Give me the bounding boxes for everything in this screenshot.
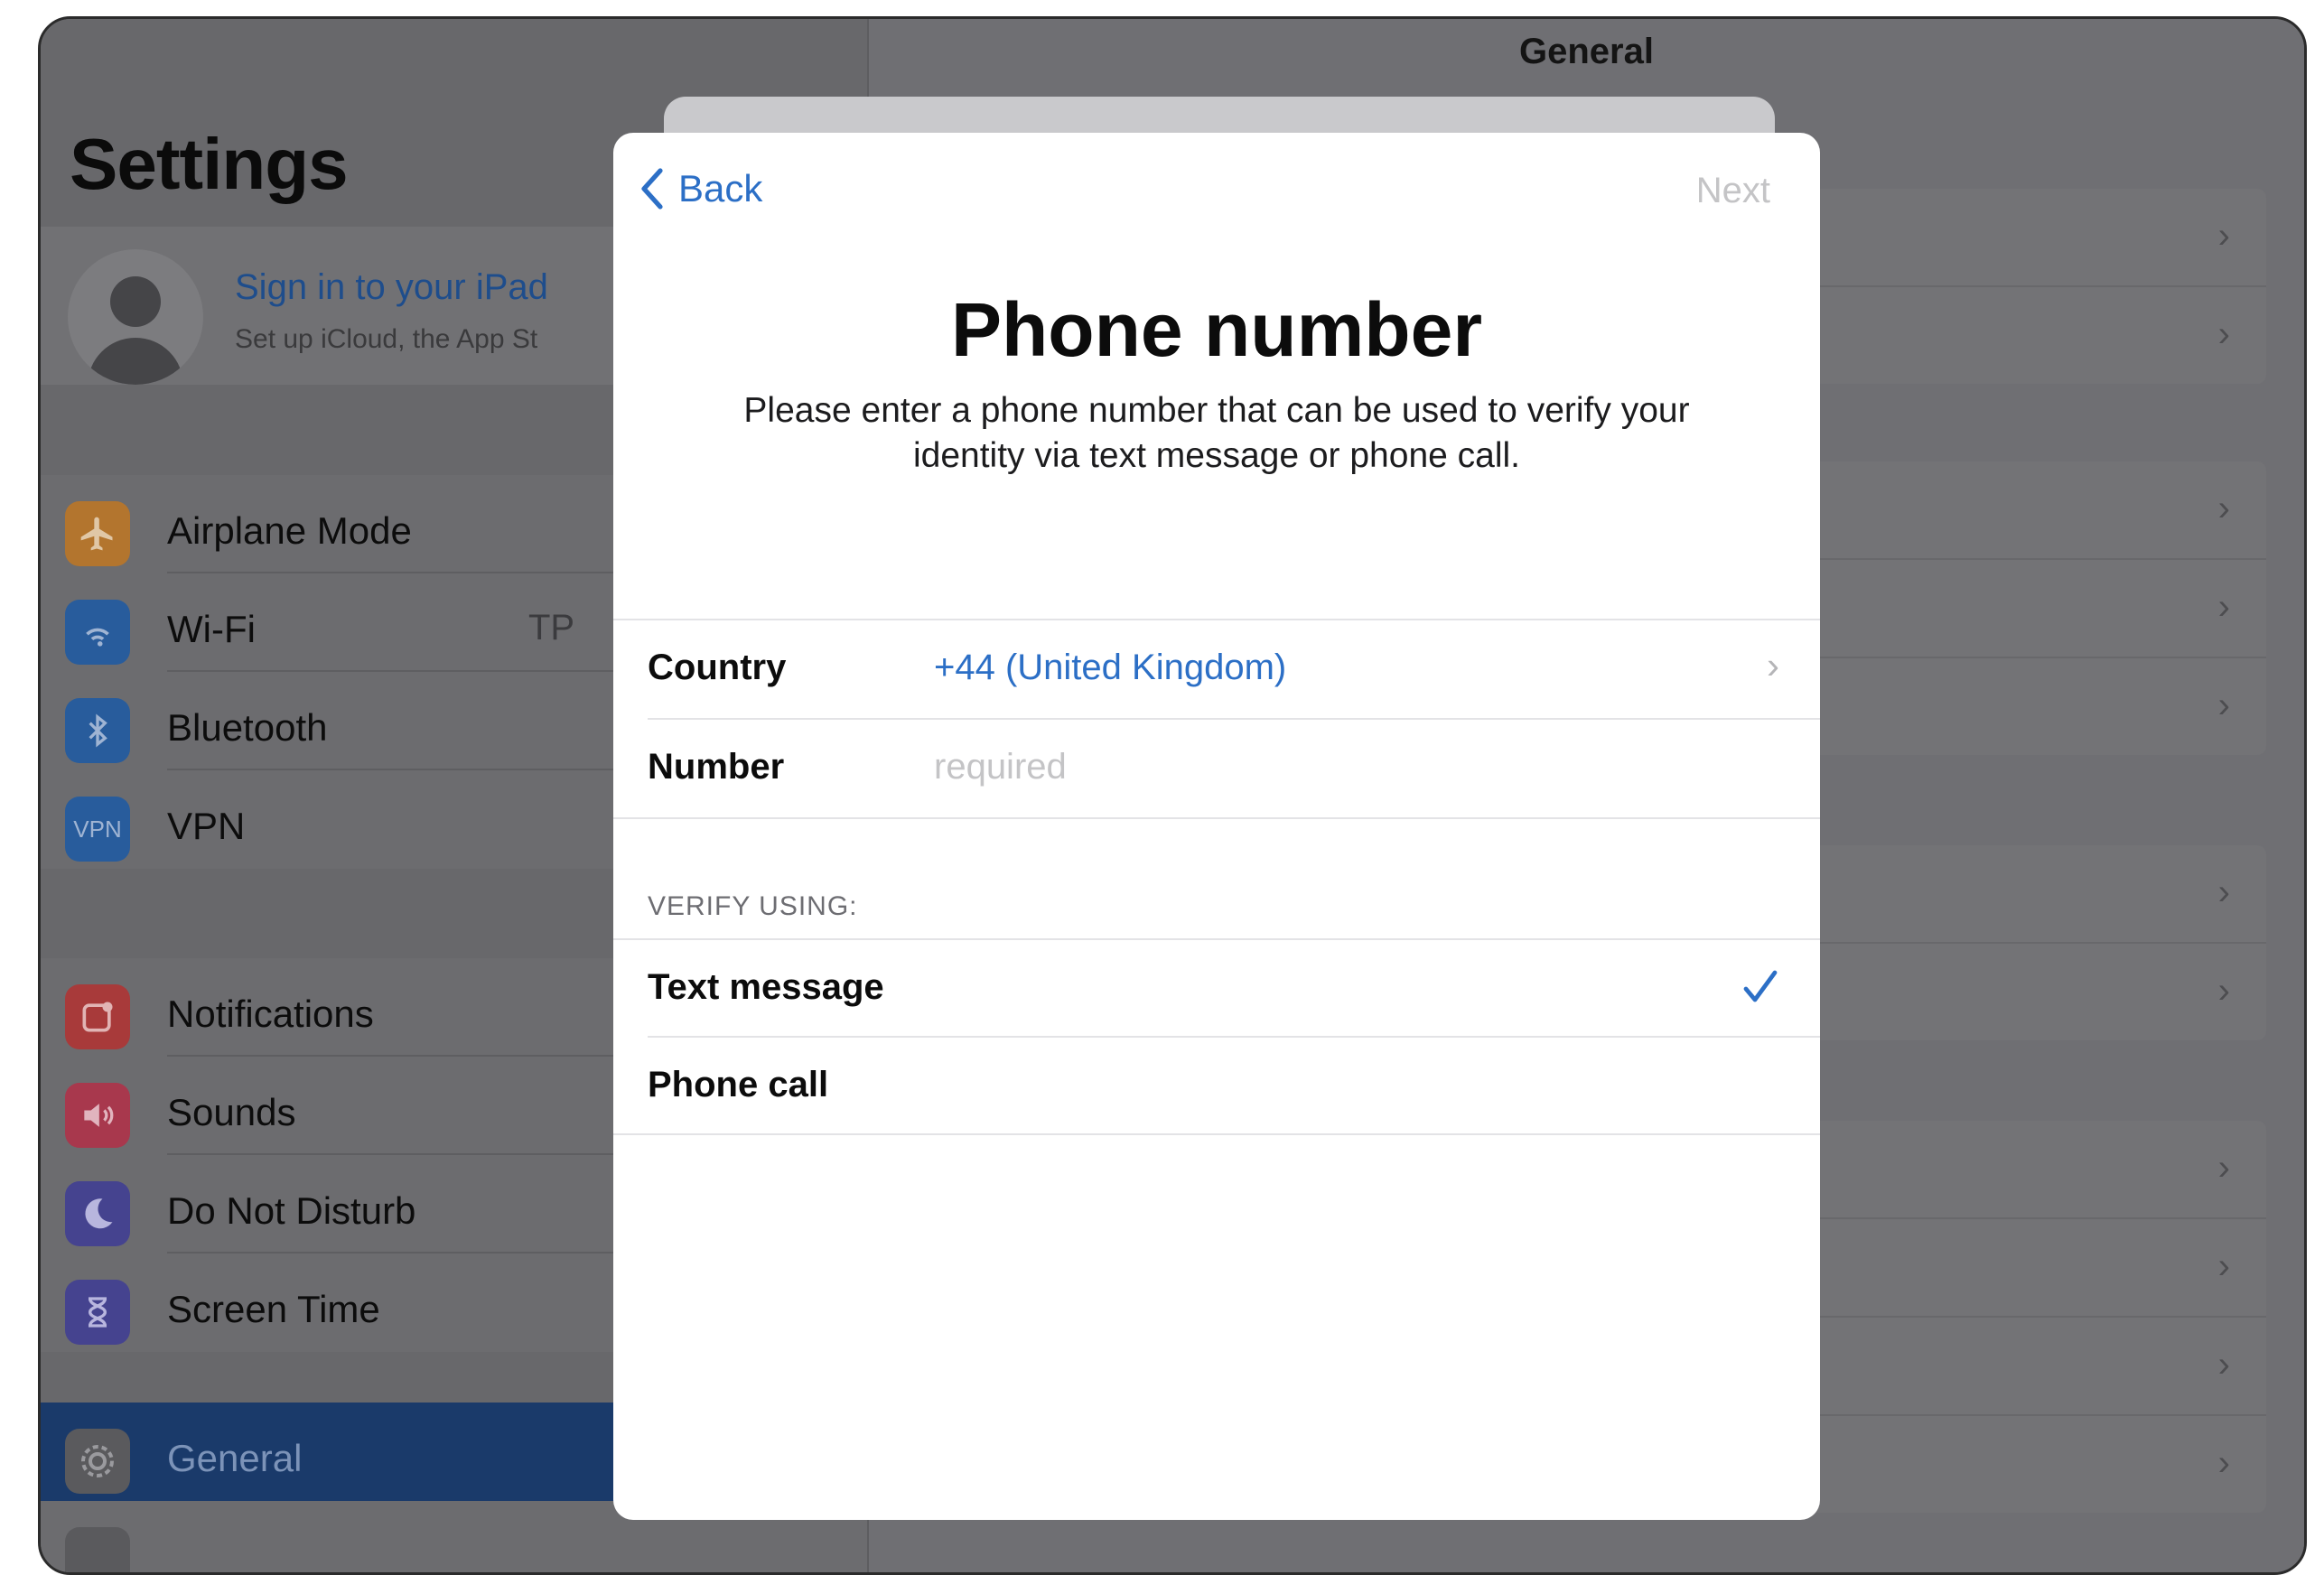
sidebar-title: Settings [70,124,349,204]
ipad-screen: Settings Sign in to your iPad Set up iCl… [38,16,2307,1575]
number-label: Number [648,747,785,787]
next-button[interactable]: Next [1696,171,1770,211]
avatar-body-icon [88,338,183,385]
sidebar-item-label: Wi-Fi [167,608,256,650]
back-label: Back [678,167,763,210]
chevron-right-icon: › [2217,314,2230,354]
chevron-right-icon: › [2217,587,2230,627]
country-value: +44 (United Kingdom) [934,648,1287,687]
moon-icon [65,1181,130,1246]
sidebar-item-label: Screen Time [167,1288,380,1330]
detail-title: General [1519,32,1654,71]
notifications-icon [65,984,130,1049]
chevron-right-icon: › [2217,216,2230,256]
sidebar-item-label: VPN [167,805,246,847]
sidebar-item-label: Airplane Mode [167,509,412,552]
signin-subtitle: Set up iCloud, the App St [235,324,538,354]
option-label: Phone call [648,1065,829,1104]
hourglass-icon [65,1280,130,1345]
chevron-right-icon: › [2217,1443,2230,1483]
chevron-left-icon [641,168,663,210]
bluetooth-icon [65,698,130,763]
chevron-right-icon: › [2217,971,2230,1011]
sidebar-item-label: Bluetooth [167,706,328,749]
sounds-icon [65,1083,130,1148]
airplane-icon [65,501,130,566]
back-button[interactable]: Back [640,167,762,210]
wifi-network-value: TP [528,608,575,648]
country-label: Country [648,648,787,687]
avatar [68,249,203,385]
sheet-heading: Phone number [950,287,1483,372]
sidebar-item-label: Do Not Disturb [167,1189,416,1232]
number-row[interactable]: Number required [648,718,1820,817]
wifi-icon [65,600,130,665]
sidebar-item-label: Sounds [167,1091,296,1133]
chevron-right-icon: › [2217,1246,2230,1286]
chevron-right-icon: › [2217,685,2230,725]
option-label: Text message [648,967,884,1007]
signin-label: Sign in to your iPad [235,267,548,307]
number-input[interactable]: required [934,747,1067,788]
phone-number-sheet: Back Next Phone number Please enter a ph… [613,133,1820,1520]
chevron-right-icon: › [2217,489,2230,528]
option-phone-call[interactable]: Phone call [648,1036,1820,1133]
avatar-head-icon [110,276,161,327]
chevron-right-icon: › [2217,1345,2230,1384]
gear-icon [65,1429,130,1494]
settings-row-icon [65,1527,130,1572]
sidebar-item-label: General [167,1437,303,1479]
sheet-description: Please enter a phone number that can be … [743,391,1690,475]
phone-form: Country +44 (United Kingdom) › Number re… [613,619,1820,819]
verify-options: Text message Phone call [613,938,1820,1135]
option-text-message[interactable]: Text message [613,940,1820,1036]
chevron-right-icon: › [2217,1148,2230,1188]
sidebar-item-label: Notifications [167,993,374,1035]
vpn-icon: VPN [65,797,130,862]
checkmark-icon [1743,970,1778,1002]
country-row[interactable]: Country +44 (United Kingdom) › [613,620,1820,718]
verify-section-header: VERIFY USING: [648,891,858,921]
chevron-right-icon: › [2217,872,2230,912]
chevron-right-icon: › [1767,644,1779,686]
